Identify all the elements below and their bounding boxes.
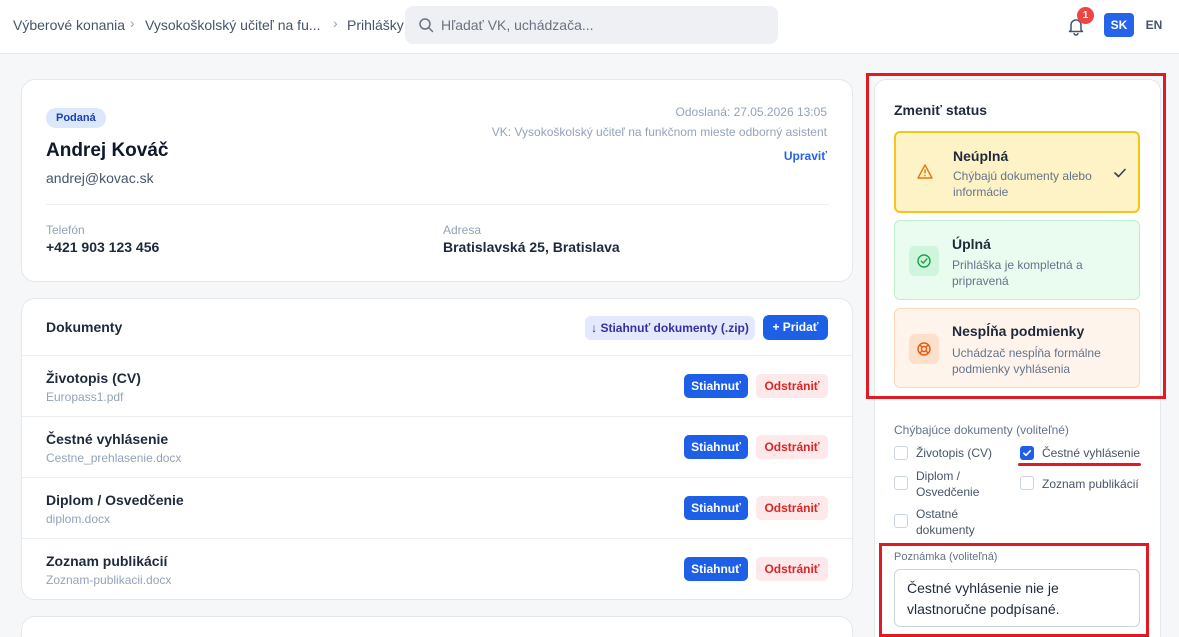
checkmark-icon — [1023, 450, 1032, 457]
document-filename: diplom.docx — [46, 512, 111, 526]
checkbox-label: Životopis (CV) — [916, 446, 993, 460]
checkbox-declaration[interactable] — [1020, 446, 1034, 460]
search-icon — [419, 18, 434, 33]
remove-button[interactable]: Odstrániť — [756, 435, 828, 459]
address-value: Bratislavská 25, Bratislava — [443, 239, 620, 255]
note-label: Poznámka (voliteľná) — [894, 551, 998, 563]
status-option-ineligible[interactable]: Nespĺňa podmienky Uchádzač nespĺňa formá… — [894, 308, 1140, 388]
document-filename: Cestne_prehlasenie.docx — [46, 451, 182, 465]
add-document-button[interactable]: + Pridať — [763, 315, 828, 340]
highlight-underline — [1018, 463, 1141, 466]
checkmark-icon — [1114, 168, 1126, 178]
download-button[interactable]: Stiahnuť — [684, 374, 748, 398]
download-button[interactable]: Stiahnuť — [684, 435, 748, 459]
language-sk-button[interactable]: SK — [1104, 13, 1134, 37]
breadcrumb-item-position[interactable]: Vysokoškolský učiteľ na fu... — [145, 17, 321, 33]
phone-value: +421 903 123 456 — [46, 239, 160, 255]
row-divider — [22, 416, 852, 417]
document-name: Diplom / Osvedčenie — [46, 492, 184, 508]
submitted-date: Odoslaná: 27.05.2026 13:05 — [675, 105, 827, 119]
checkbox-other[interactable] — [894, 514, 908, 528]
document-name: Čestné vyhlásenie — [46, 431, 169, 447]
document-name: Životopis (CV) — [46, 370, 141, 386]
document-filename: Zoznam-publikacii.docx — [46, 573, 172, 587]
row-divider — [22, 355, 852, 356]
search-bar[interactable] — [405, 6, 778, 44]
warning-icon — [917, 164, 933, 179]
status-option-description: Uchádzač nespĺňa formálne podmienky vyhl… — [952, 346, 1101, 376]
status-option-complete[interactable]: Úplná Prihláška je kompletná a pripraven… — [894, 220, 1140, 300]
change-status-title: Zmeniť status — [894, 102, 988, 118]
documents-title: Dokumenty — [46, 319, 123, 335]
missing-documents-label: Chýbajúce dokumenty (voliteľné) — [894, 423, 1069, 437]
checkbox-label: Čestné vyhlásenie — [1042, 446, 1141, 460]
remove-button[interactable]: Odstrániť — [756, 496, 828, 520]
breadcrumb-separator: › — [130, 15, 135, 31]
search-input[interactable] — [441, 6, 771, 44]
phone-label: Telefón — [46, 223, 85, 237]
document-filename: Europass1.pdf — [46, 390, 124, 404]
applicant-email: andrej@kovac.sk — [46, 170, 154, 186]
edit-link[interactable]: Upraviť — [784, 149, 827, 163]
remove-button[interactable]: Odstrániť — [756, 557, 828, 581]
status-option-title: Neúplná — [953, 148, 1009, 164]
note-textarea[interactable]: Čestné vyhlásenie nie je vlastnoručne po… — [894, 569, 1140, 627]
breadcrumb-item-selection-procedures[interactable]: Výberové konania — [13, 17, 125, 33]
breadcrumb-item-applications[interactable]: Prihlášky — [347, 17, 404, 33]
status-option-description: Chýbajú dokumenty alebo informácie — [953, 169, 1092, 199]
checkbox-label: Diplom / Osvedčenie — [916, 469, 980, 499]
next-card — [21, 616, 853, 637]
row-divider — [22, 477, 852, 478]
checkbox-diploma[interactable] — [894, 476, 908, 490]
download-button[interactable]: Stiahnuť — [684, 496, 748, 520]
checkbox-label: Ostatné dokumenty — [916, 507, 975, 537]
applicant-name: Andrej Kováč — [46, 140, 169, 161]
download-button[interactable]: Stiahnuť — [684, 557, 748, 581]
checkbox-cv[interactable] — [894, 446, 908, 460]
check-circle-icon — [909, 246, 939, 276]
checkbox-publications[interactable] — [1020, 476, 1034, 490]
remove-button[interactable]: Odstrániť — [756, 374, 828, 398]
status-option-description: Prihláška je kompletná a pripravená — [952, 258, 1083, 288]
checkbox-label: Zoznam publikácií — [1042, 477, 1139, 491]
document-name: Zoznam publikácií — [46, 553, 168, 569]
divider — [46, 204, 829, 205]
breadcrumb-separator: › — [333, 15, 338, 31]
address-label: Adresa — [443, 223, 482, 237]
status-option-title: Úplná — [952, 236, 991, 252]
status-option-title: Nespĺňa podmienky — [952, 323, 1085, 339]
row-divider — [22, 538, 852, 539]
language-en-button[interactable]: EN — [1140, 13, 1168, 37]
selection-procedure-name: VK: Vysokoškolský učiteľ na funkčnom mie… — [491, 125, 827, 139]
download-zip-button[interactable]: ↓ Stiahnuť dokumenty (.zip) — [585, 316, 755, 340]
status-badge: Podaná — [46, 108, 106, 128]
notification-count-badge: 1 — [1077, 7, 1094, 24]
lifebuoy-icon — [909, 334, 939, 364]
status-option-incomplete[interactable]: Neúplná Chýbajú dokumenty alebo informác… — [894, 131, 1140, 213]
top-bar: Výberové konania › Vysokoškolský učiteľ … — [0, 0, 1179, 54]
